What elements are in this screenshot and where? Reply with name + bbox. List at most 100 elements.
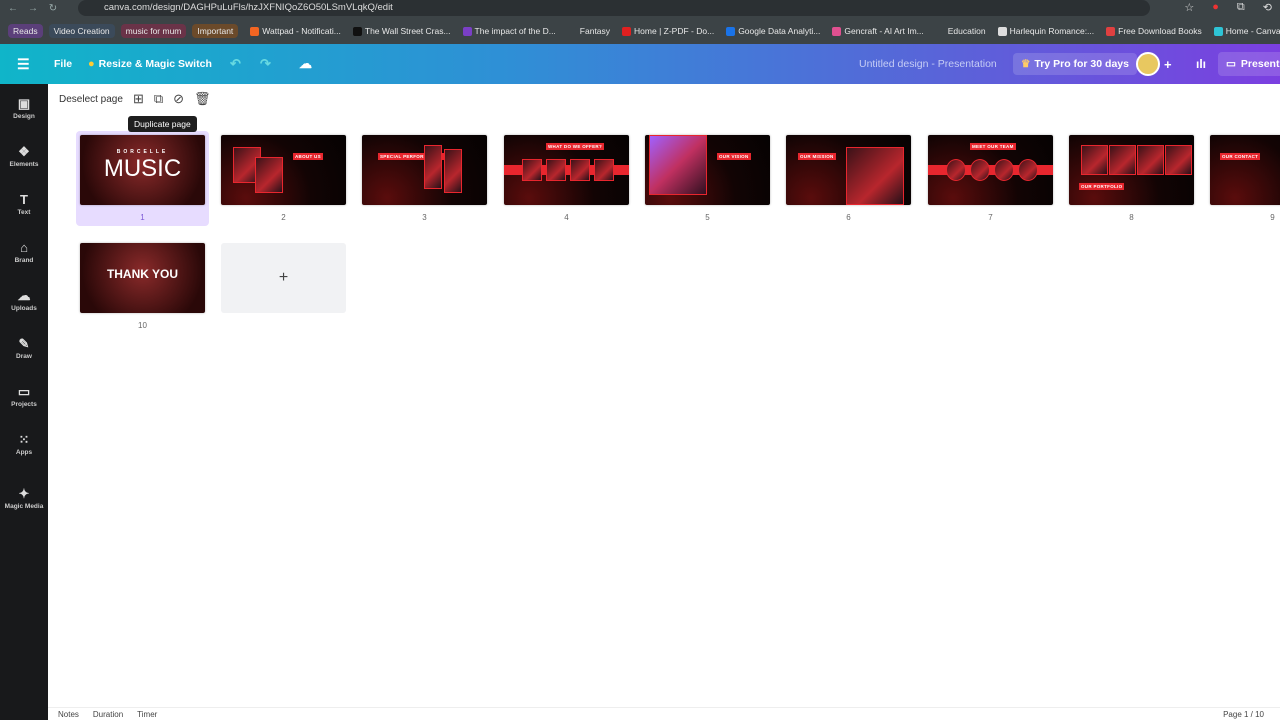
back-icon[interactable]: ← [6,3,20,14]
page-thumbnail[interactable]: OUR VISION [645,135,770,205]
page-thumbnail[interactable]: THANK YOU [80,243,205,313]
bookmark-label: Harlequin Romance:... [1009,26,1095,36]
page-thumbnail[interactable]: OUR MISSION [786,135,911,205]
page-number: 2 [281,213,286,222]
page-thumbnail[interactable]: MEET OUR TEAM [928,135,1053,205]
apps-icon: ⁙ [18,431,30,447]
duration-button[interactable]: Duration [93,710,123,719]
tooltip: Duplicate page [128,116,197,132]
page-thumbnail[interactable]: ABOUT US [221,135,346,205]
bookmark-item[interactable]: Fantasy [567,26,610,36]
sidebar-item-label: Elements [9,160,39,168]
bookmark-item[interactable]: Free Download Books [1106,26,1202,36]
slide-image [546,159,566,181]
extensions-icon[interactable]: ⧉ [1237,1,1245,14]
sidebar-item-text[interactable]: T Text [0,180,48,228]
browser-chrome: ← → ↻ canva.com/design/DAGHPuLuFls/hzJXF… [0,0,1280,44]
slide-title: THANK YOU [106,267,179,281]
page-indicator: Page 1 / 10 [1223,709,1264,719]
page-number: 9 [1270,213,1275,222]
forward-icon[interactable]: → [26,3,40,14]
sidebar-item-uploads[interactable]: ☁ Uploads [0,276,48,324]
avatar[interactable] [1136,52,1160,76]
bookmark-item[interactable]: Wattpad - Notificati... [250,26,341,36]
page-thumbnail[interactable]: SPECIAL PERFORMANCE [362,135,487,205]
sidebar-item-label: Uploads [11,304,37,312]
page-thumbnail[interactable]: OUR PORTFOLIO [1069,135,1194,205]
projects-icon: ▭ [17,383,31,399]
sidebar-item-design[interactable]: ▣ Design [0,84,48,132]
file-menu[interactable]: File [54,44,72,84]
bookmark-label: Google Data Analyti... [738,26,821,36]
deselect-page-button[interactable]: Deselect page [59,94,123,105]
redo-icon[interactable]: ↷ [260,44,271,84]
sidebar-item-draw[interactable]: ✎ Draw [0,324,48,372]
hide-page-icon[interactable]: ⊘ [173,91,184,107]
sidebar-item-magic-media[interactable]: ✦ Magic Media [0,474,48,522]
sidebar-item-label: Brand [14,256,34,264]
address-bar[interactable]: canva.com/design/DAGHPuLuFls/hzJXFNIQoZ6… [78,0,1150,16]
share-plus-icon[interactable]: + [1164,44,1172,84]
page-thumbnail[interactable]: OUR CONTACT [1210,135,1280,205]
bookmark-chip[interactable]: Important [192,24,239,38]
bookmark-item[interactable]: Google Data Analyti... [726,26,820,36]
page-number: 10 [138,321,147,330]
slide-title: WHAT DO WE OFFER? [546,143,605,150]
slide-image [846,147,904,205]
sidebar-item-elements[interactable]: ❖ Elements [0,132,48,180]
crown-icon: ● [88,58,95,70]
bookmark-favicon-icon [1213,26,1223,36]
menu-icon[interactable]: ☰ [17,44,30,84]
page-number: 1 [140,213,145,222]
slide-title: ABOUT US [293,153,323,160]
bookmark-label: Home | Z-PDF - Do... [634,26,715,36]
delete-page-icon[interactable]: 🗑 [194,91,211,107]
page-thumbnail[interactable]: BORCELLE MUSIC [80,135,205,205]
bookmark-chip[interactable]: Reads [8,24,43,38]
slide-image [255,157,283,193]
bookmark-chip[interactable]: Video Creation [48,24,115,38]
reload-icon[interactable]: ↻ [46,3,60,14]
undo-icon[interactable]: ↶ [230,44,241,84]
bookmark-item[interactable]: Harlequin Romance:... [997,26,1095,36]
bookmark-item[interactable]: The impact of the D... [462,26,556,36]
duplicate-page-icon[interactable]: ⧉ [154,91,163,107]
add-page-icon[interactable]: ⊞ [133,91,144,107]
timer-button[interactable]: Timer [137,710,157,719]
sidebar-item-brand[interactable]: ⌂ Brand [0,228,48,276]
present-label: Present [1240,58,1280,70]
slide-title: MUSIC [103,155,182,182]
notes-button[interactable]: Notes [58,710,79,719]
page-number: 8 [1129,213,1134,222]
bookmark-label: The Wall Street Cras... [364,26,451,36]
sidebar-item-label: Apps [15,448,33,456]
bookmark-label: Free Download Books [1118,26,1202,36]
bookmark-favicon-icon [622,26,632,36]
brand-icon: ⌂ [20,239,28,255]
text-icon: T [20,191,28,207]
design-title[interactable]: Untitled design - Presentation [859,44,997,84]
history-icon[interactable]: ⟲ [1263,1,1272,14]
slide-image [994,159,1014,181]
bookmark-item[interactable]: The Wall Street Cras... [352,26,451,36]
page-thumbnail[interactable]: WHAT DO WE OFFER? [504,135,629,205]
resize-label: Resize & Magic Switch [98,58,212,70]
sidebar-item-projects[interactable]: ▭ Projects [0,372,48,420]
elements-icon: ❖ [18,143,30,159]
bookmark-item[interactable]: Home - Canva [1213,26,1280,36]
bookmark-favicon-icon [352,26,362,36]
bookmark-item[interactable]: Home | Z-PDF - Do... [622,26,714,36]
bookmark-item[interactable]: Gencraft - AI Art Im... [832,26,924,36]
add-page-button[interactable]: + [221,243,346,313]
resize-button[interactable]: ● Resize & Magic Switch [88,44,212,84]
bookmark-favicon-icon [462,26,472,36]
bookmark-star-icon[interactable]: ☆ [1184,1,1194,14]
bookmark-item[interactable]: Education [935,26,986,36]
cloud-save-icon[interactable]: ☁ [299,44,312,84]
present-button[interactable]: ▭ Present [1218,52,1280,76]
try-pro-button[interactable]: ♛ Try Pro for 30 days [1013,53,1137,75]
sidebar-item-apps[interactable]: ⁙ Apps [0,420,48,468]
bookmark-chip[interactable]: music for mum [120,24,187,38]
analytics-icon[interactable]: ılı [1196,44,1206,84]
extension-icon[interactable]: ● [1212,1,1219,14]
